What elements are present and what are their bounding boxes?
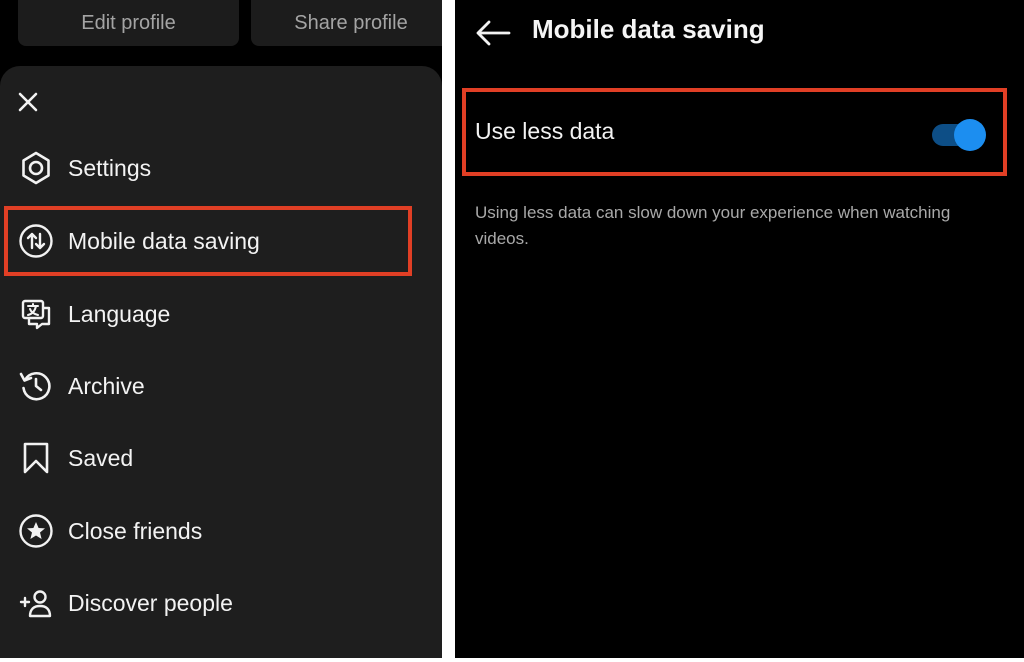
menu-item-label: Close friends <box>68 517 203 544</box>
menu-item-settings[interactable]: Settings <box>0 138 442 198</box>
menu-item-label: Language <box>68 300 171 327</box>
edit-profile-button[interactable]: Edit profile <box>18 0 239 46</box>
profile-actions: Edit profile Share profile <box>0 0 442 56</box>
menu-item-label: Settings <box>68 154 152 181</box>
back-arrow-icon <box>476 20 511 46</box>
share-profile-button[interactable]: Share profile <box>251 0 442 46</box>
data-arrows-icon <box>18 223 54 259</box>
left-panel: Edit profile Share profile Settings Mobi… <box>0 0 442 658</box>
menu-item-label: Mobile data saving <box>68 227 260 254</box>
toggle-knob <box>954 119 986 151</box>
back-button[interactable] <box>473 14 513 52</box>
menu-item-discover-people[interactable]: Discover people <box>0 573 442 633</box>
menu-item-label: Saved <box>68 444 134 471</box>
gear-icon <box>18 150 54 186</box>
bookmark-icon <box>18 440 54 476</box>
menu-item-label: Archive <box>68 372 145 399</box>
setting-label: Use less data <box>475 118 615 144</box>
star-circle-icon <box>18 513 54 549</box>
page-title: Mobile data saving <box>532 14 765 44</box>
menu-item-language[interactable]: Language <box>0 284 442 344</box>
menu-item-mobile-data-saving[interactable]: Mobile data saving <box>0 211 442 271</box>
menu-sheet: Settings Mobile data saving Language Arc… <box>0 66 442 658</box>
menu-item-label: Discover people <box>68 589 233 616</box>
translate-icon <box>18 296 54 332</box>
menu-item-close-friends[interactable]: Close friends <box>0 501 442 561</box>
right-panel: Mobile data saving Use less data Using l… <box>455 0 1024 658</box>
menu-item-archive[interactable]: Archive <box>0 356 442 416</box>
archive-history-icon <box>18 368 54 404</box>
use-less-data-row[interactable]: Use less data <box>463 88 1003 176</box>
close-button[interactable] <box>12 86 44 118</box>
close-icon <box>18 92 38 112</box>
use-less-data-toggle[interactable] <box>932 119 988 151</box>
add-person-icon <box>18 585 54 621</box>
menu-item-saved[interactable]: Saved <box>0 428 442 488</box>
helper-text: Using less data can slow down your exper… <box>475 203 951 248</box>
